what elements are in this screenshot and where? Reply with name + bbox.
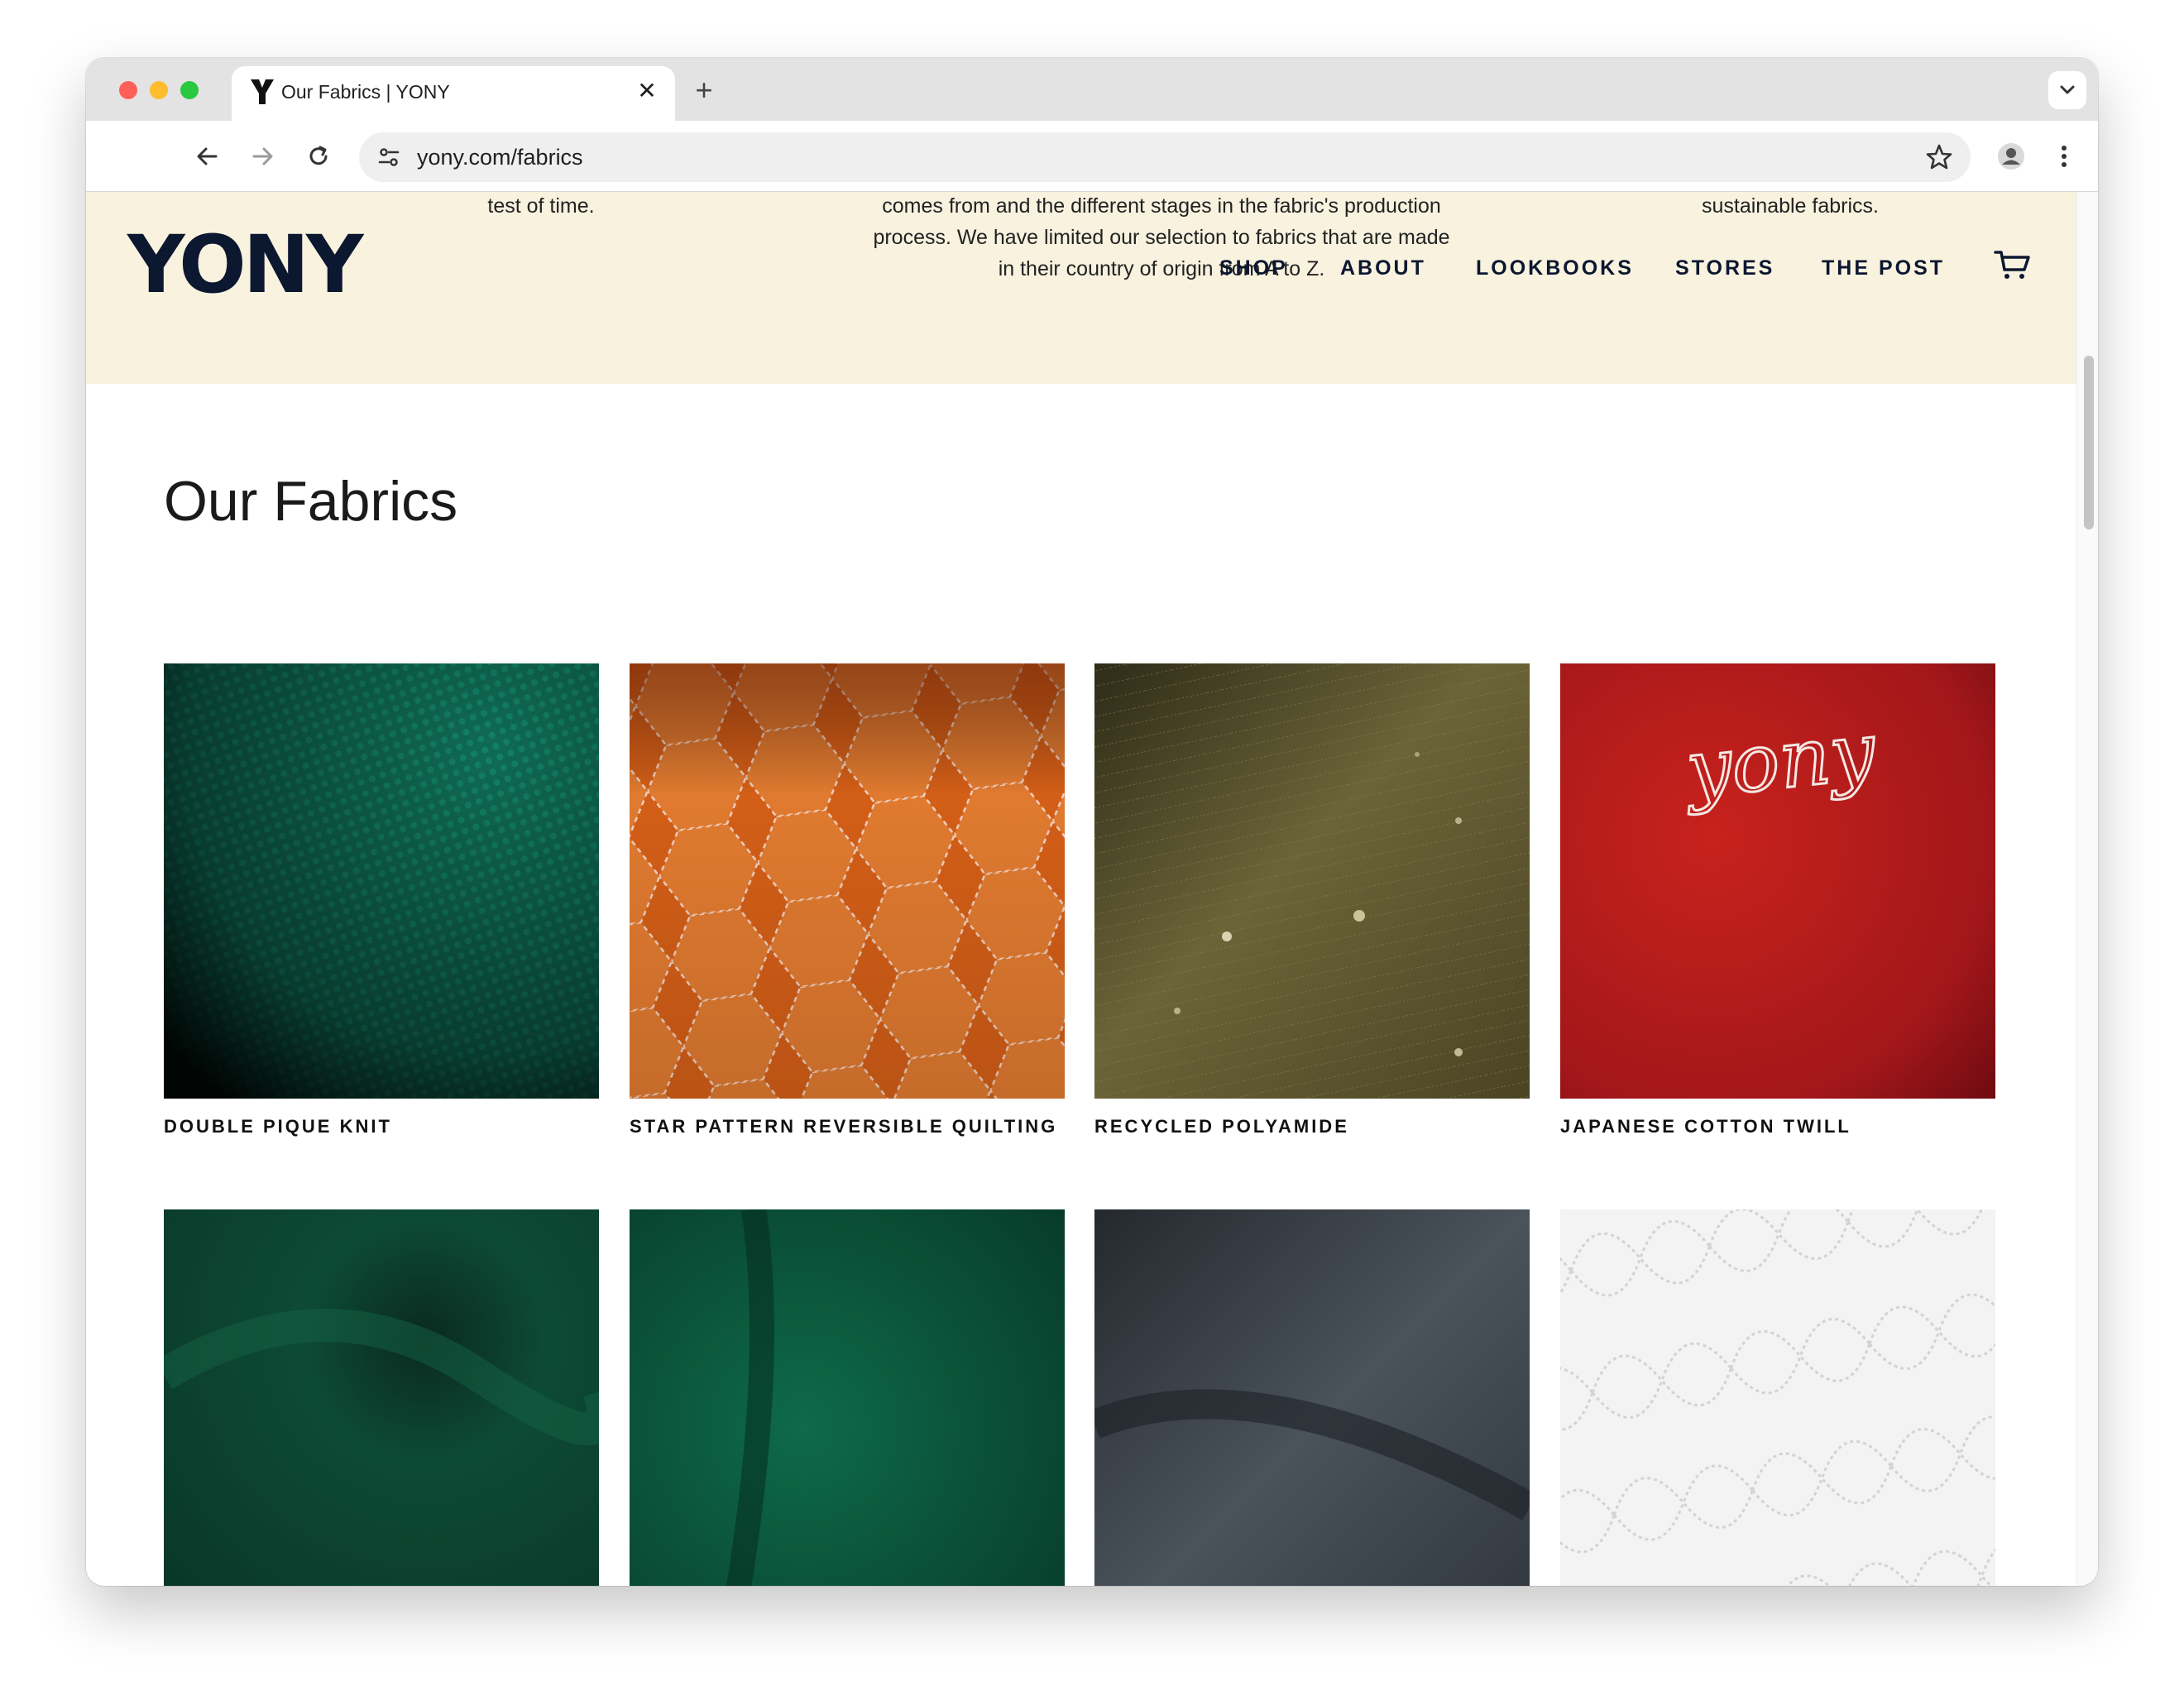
browser-tab[interactable]: Our Fabrics | YONY ✕ <box>232 66 675 121</box>
bookmark-star-icon[interactable] <box>1924 142 1954 172</box>
minimize-window-button[interactable] <box>150 81 168 99</box>
fabric-swatch[interactable] <box>1094 1209 1530 1586</box>
intro-text-col3: Presently, our organic cotton twill, den… <box>1501 192 2076 222</box>
fabric-name[interactable]: JAPANESE COTTON TWILL <box>1560 1116 1851 1137</box>
close-tab-icon[interactable]: ✕ <box>634 78 660 104</box>
fabric-swatch-double-pique-knit[interactable] <box>164 663 599 1099</box>
fabric-swatch[interactable] <box>630 1209 1065 1586</box>
scrollbar-thumb[interactable] <box>2084 356 2094 529</box>
profile-avatar-icon[interactable] <box>1992 137 2030 175</box>
fabric-name[interactable]: DOUBLE PIQUE KNIT <box>164 1116 392 1137</box>
fabric-image <box>164 1209 599 1586</box>
fabric-swatch-star-quilting[interactable] <box>630 663 1065 1099</box>
nav-stores[interactable]: STORES <box>1675 256 1774 280</box>
browser-window: Our Fabrics | YONY ✕ + yony.com/fabrics … <box>86 58 2098 1586</box>
page-scrollbar[interactable] <box>2076 192 2098 1586</box>
page-title: Our Fabrics <box>164 470 458 533</box>
fabric-swatch[interactable] <box>164 1209 599 1586</box>
forward-arrow-icon[interactable] <box>243 137 281 175</box>
intro-paragraph: Presently, our organic cotton twill, den… <box>1701 194 1879 218</box>
fabric-swatch[interactable] <box>1560 1209 1995 1586</box>
fabric-image <box>630 663 1065 1099</box>
browser-toolbar: yony.com/fabrics <box>86 121 2098 192</box>
fabric-name[interactable]: RECYCLED POLYAMIDE <box>1094 1116 1349 1137</box>
back-arrow-icon[interactable] <box>189 137 227 175</box>
url-text: yony.com/fabrics <box>417 145 583 170</box>
yony-logo[interactable]: YONY <box>127 225 364 304</box>
address-bar[interactable]: yony.com/fabrics <box>359 132 1971 182</box>
fabric-name[interactable]: STAR PATTERN REVERSIBLE QUILTING <box>630 1116 1057 1137</box>
page-viewport: carefully selected to create a certain l… <box>86 192 2098 1586</box>
chevron-down-icon <box>2060 85 2075 94</box>
fabric-swatch-recycled-polyamide[interactable] <box>1094 663 1530 1099</box>
fabric-image <box>1094 663 1530 1099</box>
site-info-icon[interactable] <box>376 144 402 170</box>
intro-text-col1: carefully selected to create a certain l… <box>251 192 831 222</box>
yony-favicon-icon <box>251 79 274 104</box>
fabric-image <box>1560 1209 1995 1586</box>
shopping-cart-icon[interactable] <box>1994 248 2032 281</box>
nav-the-post[interactable]: THE POST <box>1822 256 1945 280</box>
new-tab-icon[interactable]: + <box>687 74 721 108</box>
site-header: carefully selected to create a certain l… <box>86 192 2076 384</box>
fabric-image: yony <box>1560 663 1995 1099</box>
tab-title: Our Fabrics | YONY <box>281 81 450 103</box>
fabric-image <box>630 1209 1065 1586</box>
nav-about[interactable]: ABOUT <box>1340 256 1426 280</box>
tab-search-button[interactable] <box>2048 71 2086 109</box>
fabric-swatch-japanese-cotton-twill[interactable]: yony <box>1560 663 1995 1099</box>
intro-paragraph: carefully selected to create a certain l… <box>487 194 595 218</box>
more-menu-icon[interactable] <box>2045 137 2083 175</box>
reload-icon[interactable] <box>299 137 338 175</box>
fabric-image <box>1094 1209 1530 1586</box>
close-window-button[interactable] <box>119 81 137 99</box>
maximize-window-button[interactable] <box>180 81 199 99</box>
nav-lookbooks[interactable]: LOOKBOOKS <box>1476 256 1634 280</box>
fabric-image <box>164 663 599 1099</box>
tab-strip: Our Fabrics | YONY ✕ + <box>86 58 2098 121</box>
nav-shop[interactable]: SHOP <box>1219 256 1288 280</box>
